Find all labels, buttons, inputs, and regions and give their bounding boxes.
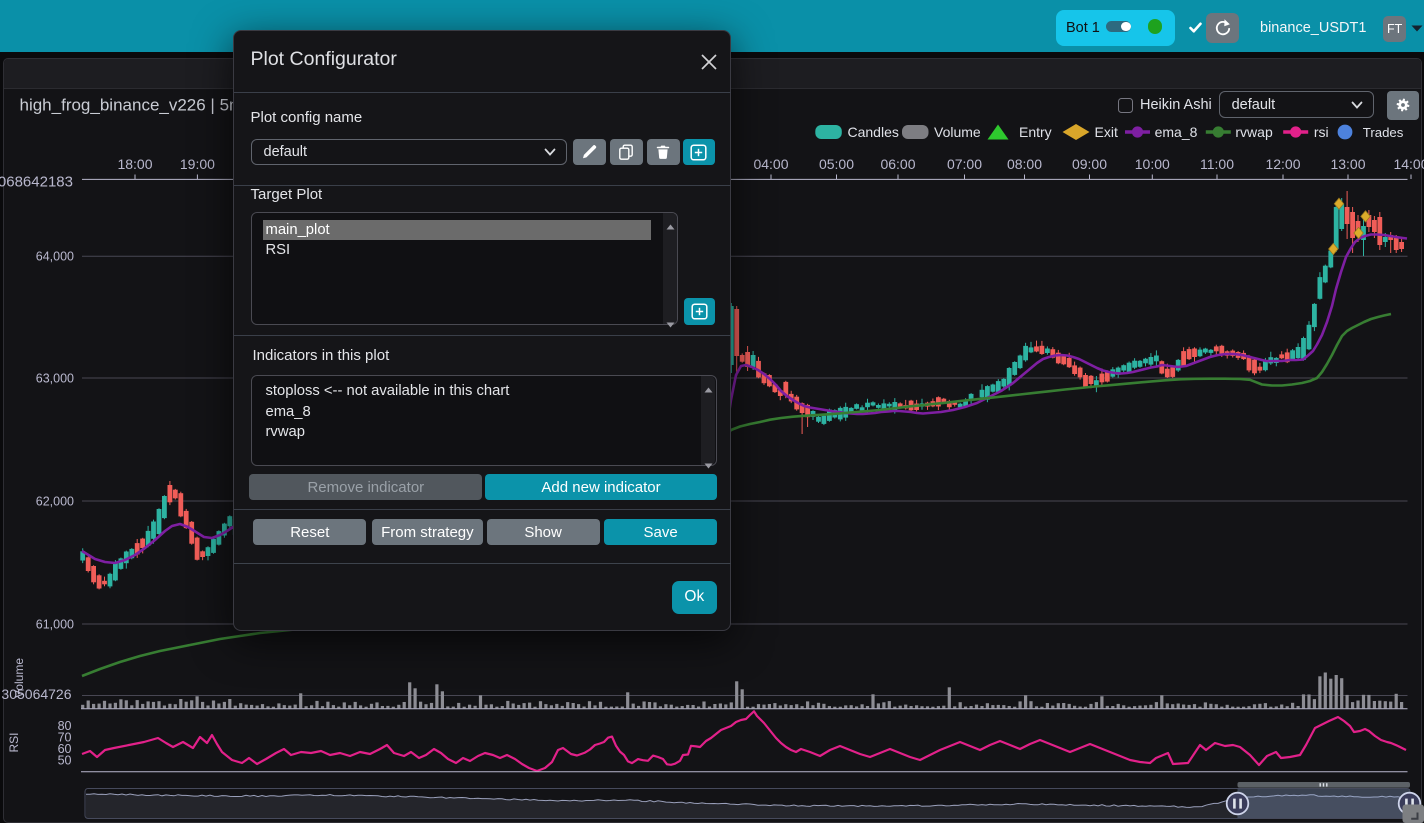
svg-text:ema_8: ema_8: [1155, 124, 1198, 140]
svg-text:19:00: 19:00: [180, 156, 215, 172]
svg-text:04:00: 04:00: [753, 156, 788, 172]
svg-text:05:00: 05:00: [819, 156, 854, 172]
svg-text:Candles: Candles: [848, 124, 899, 140]
svg-text:Volume: Volume: [12, 658, 26, 698]
svg-text:high_frog_binance_v226 | 5m: high_frog_binance_v226 | 5m: [20, 96, 244, 115]
svg-text:06:00: 06:00: [880, 156, 915, 172]
svg-text:63,000: 63,000: [36, 372, 74, 386]
svg-text:rsi: rsi: [1314, 124, 1329, 140]
svg-text:62,000: 62,000: [36, 495, 74, 509]
svg-text:068642183: 068642183: [0, 174, 73, 191]
svg-text:Trades: Trades: [1363, 125, 1404, 140]
svg-text:10:00: 10:00: [1135, 156, 1170, 172]
svg-text:13:00: 13:00: [1330, 156, 1365, 172]
svg-text:07:00: 07:00: [947, 156, 982, 172]
svg-text:14:00: 14:00: [1393, 156, 1424, 172]
svg-text:Volume: Volume: [934, 124, 981, 140]
svg-text:11:00: 11:00: [1200, 156, 1234, 172]
svg-text:rvwap: rvwap: [1235, 124, 1273, 140]
svg-text:08:00: 08:00: [1007, 156, 1042, 172]
svg-text:12:00: 12:00: [1265, 156, 1300, 172]
svg-text:61,000: 61,000: [36, 618, 74, 632]
svg-text:Exit: Exit: [1095, 124, 1118, 140]
svg-text:18:00: 18:00: [117, 156, 152, 172]
svg-text:09:00: 09:00: [1072, 156, 1107, 172]
svg-text:64,000: 64,000: [36, 250, 74, 264]
svg-text:RSI: RSI: [7, 732, 21, 752]
svg-text:50: 50: [58, 753, 72, 767]
svg-text:Entry: Entry: [1019, 124, 1052, 140]
